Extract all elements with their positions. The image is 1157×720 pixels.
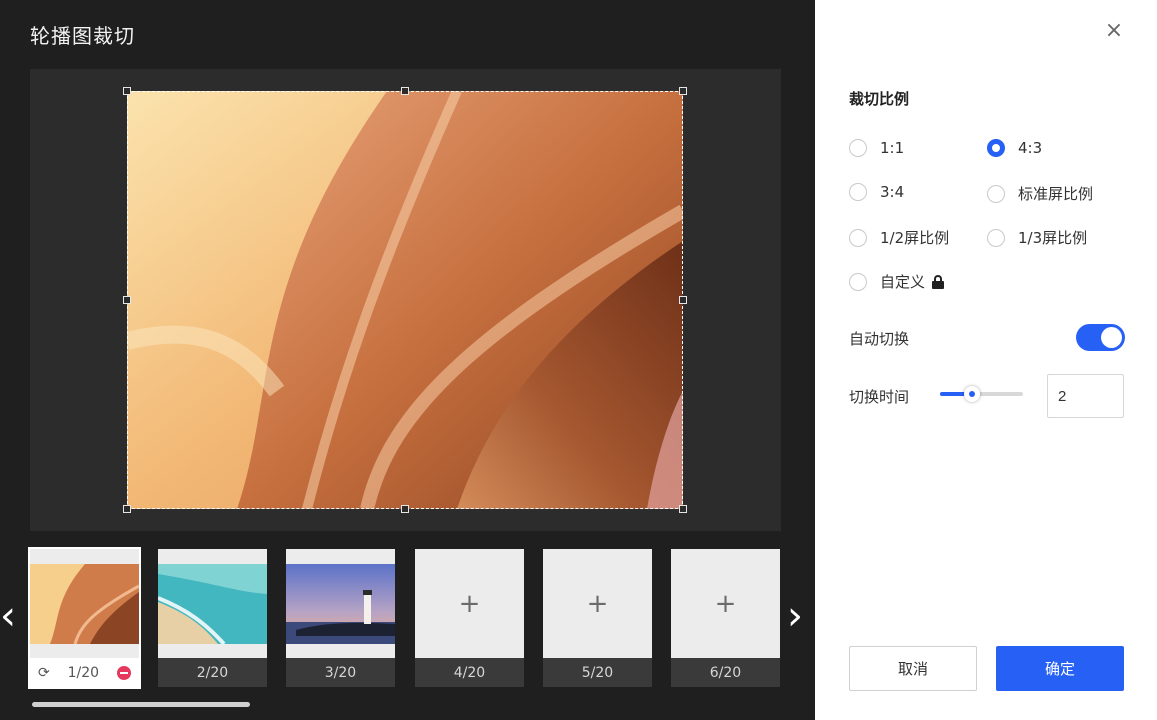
radio-icon bbox=[849, 228, 867, 247]
thumbnail-footer: ⟳ 1/20 bbox=[30, 658, 139, 687]
ratio-label: 4:3 bbox=[1018, 139, 1043, 157]
thumbnail-3[interactable]: 3/20 bbox=[286, 549, 395, 687]
close-icon[interactable]: × bbox=[1104, 20, 1124, 42]
thumbnail-label: 5/20 bbox=[543, 658, 652, 687]
cancel-button[interactable]: 取消 bbox=[849, 646, 977, 691]
ratio-option-3-4[interactable]: 3:4 bbox=[849, 183, 904, 201]
thumbnail-6[interactable]: + 6/20 bbox=[671, 549, 780, 687]
thumbnail-empty: + bbox=[671, 549, 780, 658]
chevron-right-icon[interactable]: › bbox=[787, 596, 803, 636]
ratio-option-standard[interactable]: 标准屏比例 bbox=[987, 183, 1093, 204]
crop-handle-top-left[interactable] bbox=[123, 87, 131, 95]
thumbnail-5[interactable]: + 5/20 bbox=[543, 549, 652, 687]
plus-icon: + bbox=[458, 588, 481, 619]
thumbnail-4[interactable]: + 4/20 bbox=[415, 549, 524, 687]
ratio-option-third[interactable]: 1/3屏比例 bbox=[987, 227, 1087, 248]
radio-icon bbox=[987, 184, 1005, 203]
ratio-label: 1/3屏比例 bbox=[1018, 229, 1088, 247]
ratio-option-4-3[interactable]: 4:3 bbox=[987, 139, 1042, 157]
refresh-icon[interactable]: ⟳ bbox=[38, 665, 50, 681]
toggle-knob bbox=[1101, 327, 1122, 348]
switch-time-input[interactable] bbox=[1047, 374, 1124, 418]
switch-time-label: 切换时间 bbox=[849, 388, 910, 406]
chevron-left-icon[interactable]: ‹ bbox=[0, 596, 16, 636]
thumbnail-image bbox=[158, 549, 267, 658]
thumbnail-label: 3/20 bbox=[286, 658, 395, 687]
ratio-label: 3:4 bbox=[880, 183, 905, 201]
thumbnail-empty: + bbox=[543, 549, 652, 658]
crop-frame[interactable] bbox=[127, 91, 683, 509]
radio-selected-icon bbox=[987, 139, 1005, 157]
crop-handle-bottom-center[interactable] bbox=[401, 505, 409, 513]
radio-icon bbox=[987, 228, 1005, 247]
radio-icon bbox=[849, 183, 867, 201]
auto-switch-label: 自动切换 bbox=[849, 330, 910, 348]
crop-handle-top-right[interactable] bbox=[679, 87, 687, 95]
crop-handle-top-center[interactable] bbox=[401, 87, 409, 95]
switch-time-slider[interactable] bbox=[940, 386, 1023, 402]
thumbnail-1[interactable]: ⟳ 1/20 bbox=[28, 547, 141, 689]
ratio-label: 自定义 bbox=[880, 273, 926, 291]
ratio-option-1-1[interactable]: 1:1 bbox=[849, 139, 904, 157]
ratio-label: 1/2屏比例 bbox=[880, 229, 950, 247]
remove-icon[interactable] bbox=[117, 665, 131, 680]
thumbnail-image bbox=[286, 549, 395, 658]
crop-handle-bottom-left[interactable] bbox=[123, 505, 131, 513]
confirm-button[interactable]: 确定 bbox=[996, 646, 1124, 691]
ratio-option-custom[interactable]: 自定义 bbox=[849, 271, 945, 292]
plus-icon: + bbox=[714, 588, 737, 619]
thumbnail-image bbox=[30, 549, 139, 658]
ratio-option-half[interactable]: 1/2屏比例 bbox=[849, 227, 949, 248]
editor-title: 轮播图裁切 bbox=[30, 24, 135, 48]
radio-icon bbox=[849, 139, 867, 157]
slider-handle[interactable] bbox=[963, 386, 980, 402]
crop-canvas[interactable] bbox=[30, 69, 781, 531]
plus-icon: + bbox=[586, 588, 609, 619]
crop-editor: 轮播图裁切 ‹ ⟳ 1/20 2/20 3/20 + 4/20 + 5/20 +… bbox=[0, 0, 815, 720]
ratio-label: 标准屏比例 bbox=[1018, 185, 1094, 203]
crop-ratio-title: 裁切比例 bbox=[849, 90, 910, 108]
thumbnail-label: 6/20 bbox=[671, 658, 780, 687]
thumbnail-2[interactable]: 2/20 bbox=[158, 549, 267, 687]
settings-panel: × 裁切比例 1:1 4:3 3:4 标准屏比例 1/2屏比例 1/3屏比例 自… bbox=[815, 0, 1157, 720]
crop-handle-bottom-right[interactable] bbox=[679, 505, 687, 513]
crop-handle-middle-right[interactable] bbox=[679, 296, 687, 304]
crop-handle-middle-left[interactable] bbox=[123, 296, 131, 304]
auto-switch-toggle[interactable] bbox=[1076, 324, 1125, 351]
unlock-icon[interactable] bbox=[932, 274, 945, 289]
thumbnail-label: 1/20 bbox=[67, 664, 100, 681]
radio-icon bbox=[849, 272, 867, 291]
thumbnail-empty: + bbox=[415, 549, 524, 658]
thumbnail-label: 4/20 bbox=[415, 658, 524, 687]
thumbnail-scrollbar[interactable] bbox=[32, 702, 250, 707]
ratio-label: 1:1 bbox=[880, 139, 905, 157]
thumbnail-label: 2/20 bbox=[158, 658, 267, 687]
